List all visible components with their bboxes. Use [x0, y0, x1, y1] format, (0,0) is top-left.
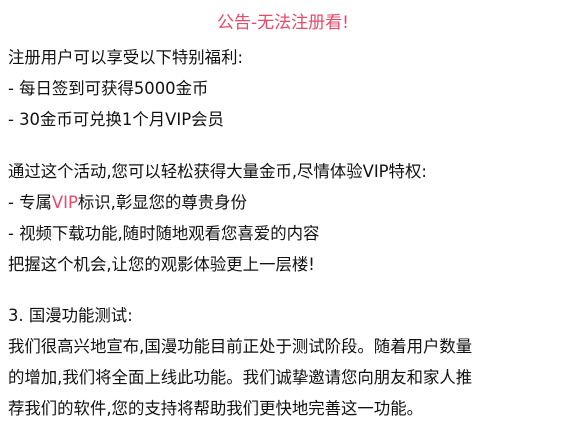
- vip-highlight: VIP: [51, 193, 78, 212]
- vip-badge-suffix: 标识,彰显您的尊贵身份: [77, 193, 247, 212]
- benefit-item-vip-exchange: - 30金币可兑换1个月VIP会员: [8, 110, 224, 129]
- activity-intro: 通过这个活动,您可以轻松获得大量金币,尽情体验VIP特权:: [8, 162, 427, 181]
- guoman-text-line: 的增加,我们将全面上线此功能。我们诚挚邀请您向朋友和家人推: [8, 368, 473, 387]
- vip-badge-item: - 专属VIP标识,彰显您的尊贵身份: [8, 187, 558, 218]
- guoman-heading: 3. 国漫功能测试:: [8, 306, 133, 325]
- guoman-text-line: 我们很高兴地宣布,国漫功能目前正处于测试阶段。随着用户数量: [8, 337, 473, 356]
- benefit-item-checkin: - 每日签到可获得5000金币: [8, 79, 209, 98]
- benefits-intro: 注册用户可以享受以下特别福利:: [8, 48, 243, 67]
- vip-badge-prefix: - 专属: [8, 193, 52, 212]
- announcement-title: 公告-无法注册看!: [217, 13, 349, 33]
- activity-closing: 把握这个机会,让您的观影体验更上一层楼!: [8, 255, 315, 274]
- guoman-text-line: 荐我们的软件,您的支持将帮助我们更快地完善这一功能。: [8, 399, 423, 418]
- download-item: - 视频下载功能,随时随地观看您喜爱的内容: [8, 224, 320, 243]
- announcement-panel: 公告-无法注册看! 注册用户可以享受以下特别福利: - 每日签到可获得5000金…: [0, 0, 568, 418]
